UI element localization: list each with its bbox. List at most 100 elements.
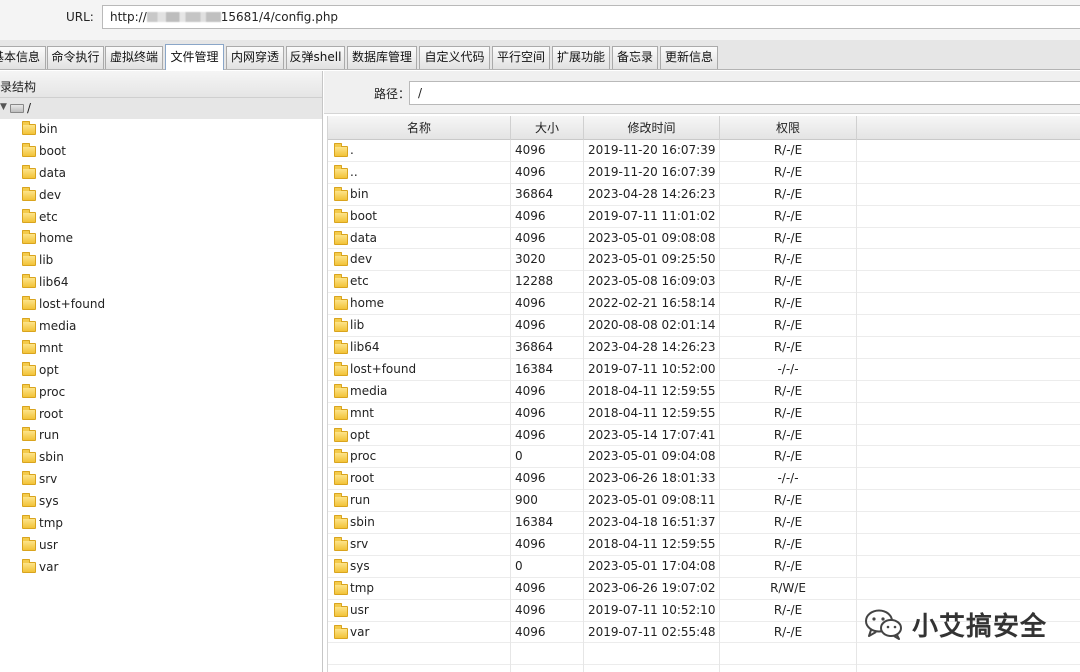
tree-item-mnt[interactable]: mnt <box>0 338 322 360</box>
table-row[interactable]: data 4096 2023-05-01 09:08:08 R/-/E <box>328 227 1080 250</box>
folder-icon <box>334 143 348 157</box>
column-modified-time[interactable]: 修改时间 <box>584 116 720 140</box>
tab-basic-info[interactable]: 基本信息 <box>0 46 46 69</box>
table-row[interactable]: sbin 16384 2023-04-18 16:51:37 R/-/E <box>328 512 1080 535</box>
tab-memo[interactable]: 备忘录 <box>612 46 658 69</box>
url-input[interactable]: http:// 15681/4/config.php <box>102 5 1080 29</box>
table-row[interactable]: home 4096 2022-02-21 16:58:14 R/-/E <box>328 293 1080 316</box>
file-name: usr <box>350 602 369 617</box>
cell-name[interactable]: usr <box>328 599 511 622</box>
table-row[interactable]: mnt 4096 2018-04-11 12:59:55 R/-/E <box>328 402 1080 425</box>
cell-name[interactable]: . <box>328 140 511 162</box>
table-row[interactable]: proc 0 2023-05-01 09:04:08 R/-/E <box>328 446 1080 469</box>
tree-item-label: usr <box>39 537 58 552</box>
tab-extensions[interactable]: 扩展功能 <box>552 46 610 69</box>
tree-item-sys[interactable]: sys <box>0 491 322 513</box>
tab-bar: 基本信息 命令执行 虚拟终端 文件管理 内网穿透 反弹shell 数据库管理 自… <box>0 40 1080 70</box>
table-row[interactable]: bin 36864 2023-04-28 14:26:23 R/-/E <box>328 183 1080 206</box>
tree-item-dev[interactable]: dev <box>0 185 322 207</box>
tree-item-usr[interactable]: usr <box>0 535 322 557</box>
tree-item-bin[interactable]: bin <box>0 119 322 141</box>
table-row[interactable]: root 4096 2023-06-26 18:01:33 -/-/- <box>328 468 1080 491</box>
table-row[interactable]: opt 4096 2023-05-14 17:07:41 R/-/E <box>328 424 1080 447</box>
folder-icon <box>334 383 348 398</box>
table-row[interactable]: run 900 2023-05-01 09:08:11 R/-/E <box>328 490 1080 513</box>
cell-name[interactable]: .. <box>328 161 511 184</box>
tree-item-lost-found[interactable]: lost+found <box>0 294 322 316</box>
tab-virtual-terminal[interactable]: 虚拟终端 <box>105 46 163 69</box>
tree-item-opt[interactable]: opt <box>0 360 322 382</box>
tab-intranet-tunnel[interactable]: 内网穿透 <box>226 46 284 69</box>
column-name[interactable]: 名称 <box>328 116 511 140</box>
column-size[interactable]: 大小 <box>511 116 584 140</box>
table-row[interactable]: sys 0 2023-05-01 17:04:08 R/-/E <box>328 555 1080 578</box>
cell-name[interactable]: sbin <box>328 512 511 535</box>
tab-update-info[interactable]: 更新信息 <box>660 46 718 69</box>
table-row[interactable]: dev 3020 2023-05-01 09:25:50 R/-/E <box>328 249 1080 272</box>
tree-item-root[interactable]: root <box>0 404 322 426</box>
tree-root[interactable]: ▼ / <box>0 98 322 119</box>
cell-name[interactable]: tmp <box>328 577 511 600</box>
tab-command-exec[interactable]: 命令执行 <box>47 46 104 69</box>
cell-size: 4096 <box>511 293 584 316</box>
tree-item-tmp[interactable]: tmp <box>0 513 322 535</box>
file-table: 名称 大小 修改时间 权限 . 4096 2019-11-20 16:07:39 R/… <box>327 116 1080 672</box>
tree-item-etc[interactable]: etc <box>0 207 322 229</box>
cell-name[interactable]: run <box>328 490 511 513</box>
path-input[interactable]: / <box>409 81 1080 105</box>
table-row[interactable]: . 4096 2019-11-20 16:07:39 R/-/E <box>328 140 1080 162</box>
tab-reverse-shell[interactable]: 反弹shell <box>286 46 345 69</box>
tree-item-srv[interactable]: srv <box>0 469 322 491</box>
cell-name[interactable]: bin <box>328 183 511 206</box>
table-row[interactable]: etc 12288 2023-05-08 16:09:03 R/-/E <box>328 271 1080 294</box>
table-row[interactable]: lost+found 16384 2019-07-11 10:52:00 -/-/- <box>328 358 1080 381</box>
cell-name[interactable]: home <box>328 293 511 316</box>
cell-name[interactable]: data <box>328 227 511 250</box>
tree-item-label: proc <box>39 384 66 399</box>
table-row[interactable]: lib64 36864 2023-04-28 14:26:23 R/-/E <box>328 337 1080 359</box>
cell-name[interactable]: root <box>328 468 511 491</box>
cell-name[interactable]: sys <box>328 555 511 578</box>
column-permission[interactable]: 权限 <box>720 116 857 140</box>
cell-name[interactable]: mnt <box>328 402 511 425</box>
cell-name[interactable]: dev <box>328 249 511 272</box>
table-row[interactable]: .. 4096 2019-11-20 16:07:39 R/-/E <box>328 161 1080 184</box>
cell-name[interactable]: boot <box>328 205 511 228</box>
tree-item-media[interactable]: media <box>0 316 322 338</box>
tree-item-var[interactable]: var <box>0 557 322 579</box>
tab-file-manager[interactable]: 文件管理 <box>165 44 224 70</box>
cell-name[interactable]: lost+found <box>328 358 511 381</box>
table-row[interactable]: boot 4096 2019-07-11 11:01:02 R/-/E <box>328 205 1080 228</box>
tree-item-boot[interactable]: boot <box>0 141 322 163</box>
tree-item-sbin[interactable]: sbin <box>0 447 322 469</box>
tree-item-lib[interactable]: lib <box>0 250 322 272</box>
cell-name[interactable]: var <box>328 621 511 644</box>
cell-name[interactable]: srv <box>328 534 511 556</box>
cell-size: 4096 <box>511 468 584 491</box>
tree-item-label: sbin <box>39 450 64 465</box>
tree-item-data[interactable]: data <box>0 163 322 185</box>
tree-item-label: root <box>39 406 64 421</box>
cell-permission: R/W/E <box>720 577 857 600</box>
tree-item-home[interactable]: home <box>0 228 322 250</box>
table-row[interactable]: lib 4096 2020-08-08 02:01:14 R/-/E <box>328 315 1080 338</box>
table-row[interactable]: tmp 4096 2023-06-26 19:07:02 R/W/E <box>328 577 1080 600</box>
table-row[interactable]: media 4096 2018-04-11 12:59:55 R/-/E <box>328 380 1080 403</box>
expand-arrow-icon[interactable]: ▼ <box>0 102 7 112</box>
cell-name[interactable]: lib64 <box>328 337 511 359</box>
cell-name[interactable]: lib <box>328 315 511 338</box>
cell-name[interactable]: proc <box>328 446 511 469</box>
file-name: media <box>350 383 388 398</box>
cell-name[interactable]: media <box>328 380 511 403</box>
cell-size <box>511 643 584 666</box>
cell-name[interactable]: etc <box>328 271 511 294</box>
tab-parallel-space[interactable]: 平行空间 <box>492 46 550 69</box>
cell-filler <box>857 140 1080 162</box>
cell-name[interactable]: opt <box>328 424 511 447</box>
tab-custom-code[interactable]: 自定义代码 <box>419 46 490 69</box>
tree-item-proc[interactable]: proc <box>0 382 322 404</box>
tree-item-run[interactable]: run <box>0 425 322 447</box>
tab-database[interactable]: 数据库管理 <box>347 46 417 69</box>
table-row[interactable]: srv 4096 2018-04-11 12:59:55 R/-/E <box>328 534 1080 556</box>
tree-item-lib64[interactable]: lib64 <box>0 272 322 294</box>
